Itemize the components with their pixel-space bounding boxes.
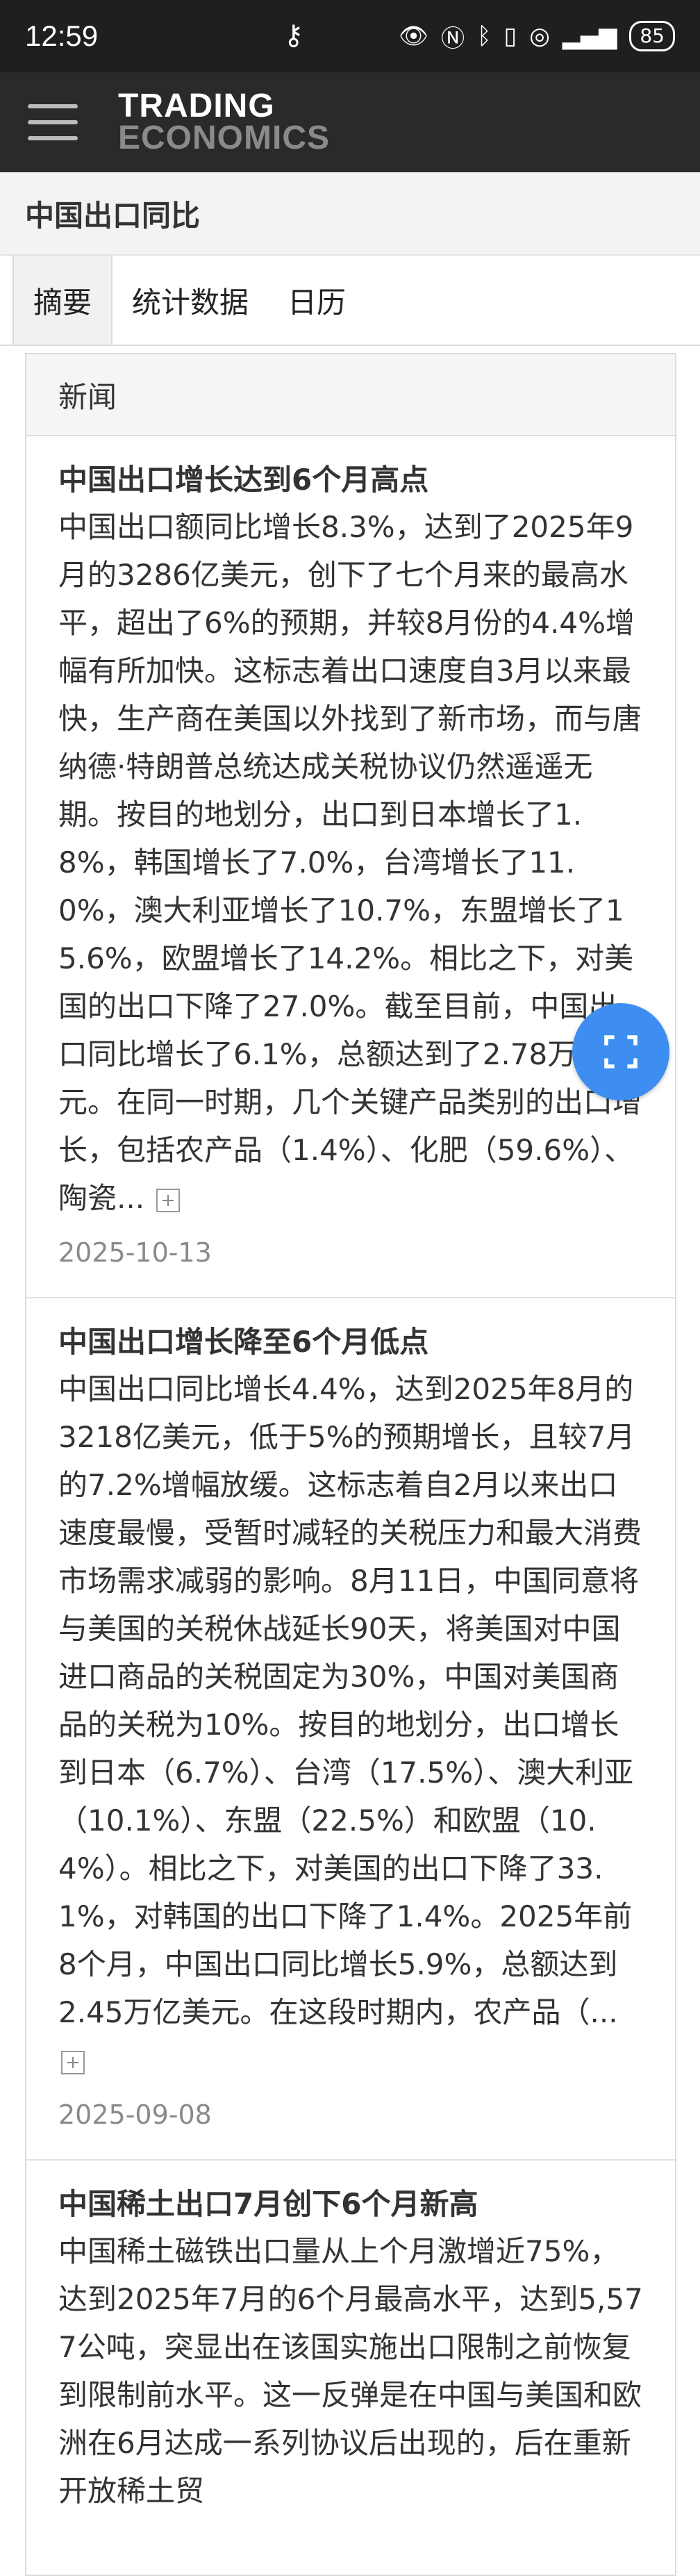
eye-icon: 👁 bbox=[398, 22, 429, 50]
news-item-title[interactable]: 中国出口增长达到6个月高点 bbox=[58, 459, 643, 502]
status-icons: 👁 Ⓝ ᛒ ▯ ◎ ▂▄▆ 85 bbox=[399, 19, 675, 53]
app-header: TRADING ECONOMICS bbox=[0, 72, 700, 172]
tab-bar: 摘要 统计数据 日历 bbox=[0, 256, 700, 346]
scan-button[interactable] bbox=[572, 1003, 669, 1100]
logo-line2: ECONOMICS bbox=[118, 119, 331, 156]
news-item-text: 中国出口额同比增长8.3%，达到了2025年9月的3286亿美元，创下了七个月来… bbox=[58, 510, 642, 1215]
expand-icon[interactable] bbox=[61, 2050, 85, 2074]
expand-icon[interactable] bbox=[156, 1188, 181, 1212]
key-icon: ⚷ bbox=[283, 19, 304, 51]
news-panel: 新闻 中国出口增长达到6个月高点 中国出口额同比增长8.3%，达到了2025年9… bbox=[25, 353, 676, 2576]
news-item-date: 2025-09-08 bbox=[58, 2099, 212, 2130]
vibrate-icon: ▯ bbox=[503, 22, 517, 50]
tab-summary[interactable]: 摘要 bbox=[12, 256, 113, 345]
hotspot-icon: ◎ bbox=[529, 22, 550, 50]
logo[interactable]: TRADING ECONOMICS bbox=[118, 88, 331, 156]
news-item[interactable]: 中国出口增长降至6个月低点 中国出口同比增长4.4%，达到2025年8月的321… bbox=[26, 1298, 675, 2161]
signal-icon: ▂▄▆ bbox=[562, 22, 617, 50]
scan-icon bbox=[604, 1035, 638, 1068]
battery-icon: 85 bbox=[629, 21, 675, 51]
nfc-icon: Ⓝ bbox=[441, 24, 465, 53]
news-item-text: 中国稀土磁铁出口量从上个月激增近75%，达到2025年7月的6个月最高水平，达到… bbox=[58, 2234, 643, 2508]
news-item[interactable]: 中国出口增长达到6个月高点 中国出口额同比增长8.3%，达到了2025年9月的3… bbox=[26, 436, 675, 1298]
tab-calendar[interactable]: 日历 bbox=[268, 256, 365, 345]
status-time: 12:59 bbox=[25, 19, 99, 52]
tab-statistics[interactable]: 统计数据 bbox=[112, 256, 268, 345]
page-title: 中国出口同比 bbox=[0, 172, 700, 256]
news-item-title[interactable]: 中国出口增长降至6个月低点 bbox=[58, 1321, 643, 1364]
news-item-body: 中国出口同比增长4.4%，达到2025年8月的3218亿美元，低于5%的预期增长… bbox=[58, 1365, 643, 2084]
bluetooth-icon: ᛒ bbox=[477, 22, 492, 50]
news-item-text: 中国出口同比增长4.4%，达到2025年8月的3218亿美元，低于5%的预期增长… bbox=[58, 1372, 642, 2029]
news-header: 新闻 bbox=[26, 354, 675, 436]
news-item-title[interactable]: 中国稀土出口7月创下6个月新高 bbox=[58, 2183, 643, 2226]
news-item-date: 2025-10-13 bbox=[58, 1237, 212, 1268]
logo-line1: TRADING bbox=[118, 88, 275, 124]
menu-icon[interactable] bbox=[28, 104, 78, 140]
news-item[interactable]: 中国稀土出口7月创下6个月新高 中国稀土磁铁出口量从上个月激增近75%，达到20… bbox=[26, 2161, 675, 2540]
news-item-body: 中国稀土磁铁出口量从上个月激增近75%，达到2025年7月的6个月最高水平，达到… bbox=[58, 2227, 643, 2515]
status-bar: 12:59 ⚷ 👁 Ⓝ ᛒ ▯ ◎ ▂▄▆ 85 bbox=[0, 0, 700, 72]
news-item-body: 中国出口额同比增长8.3%，达到了2025年9月的3286亿美元，创下了七个月来… bbox=[58, 503, 643, 1222]
